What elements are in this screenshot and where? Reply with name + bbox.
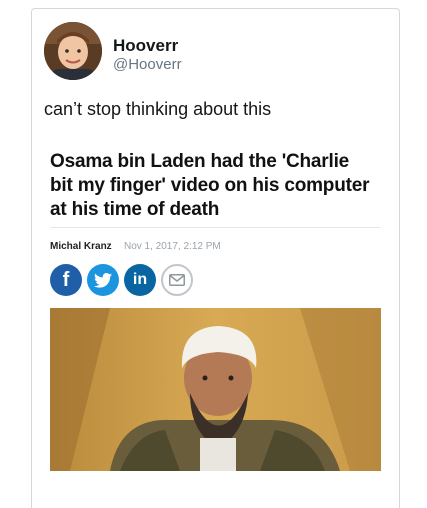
twitter-bird-icon — [94, 272, 112, 288]
facebook-share-button[interactable]: f — [50, 264, 82, 296]
divider — [50, 227, 380, 228]
article-date: Nov 1, 2017, 2:12 PM — [124, 241, 221, 252]
avatar[interactable] — [44, 22, 102, 80]
envelope-icon — [169, 274, 185, 286]
twitter-share-button[interactable] — [87, 264, 119, 296]
email-share-button[interactable] — [161, 264, 193, 296]
linkedin-icon: in — [132, 271, 148, 288]
linkedin-share-button[interactable]: in — [124, 264, 156, 296]
avatar-image — [44, 22, 102, 80]
facebook-icon: f — [62, 268, 70, 291]
article-author[interactable]: Michal Kranz — [50, 241, 112, 252]
article-image — [50, 308, 381, 471]
user-handle[interactable]: @Hooverr — [113, 56, 182, 73]
article-photo[interactable] — [50, 308, 381, 471]
article-headline[interactable]: Osama bin Laden had the 'Charlie bit my … — [50, 150, 370, 222]
tweet-text: can’t stop thinking about this — [44, 99, 272, 119]
display-name[interactable]: Hooverr — [113, 36, 178, 56]
